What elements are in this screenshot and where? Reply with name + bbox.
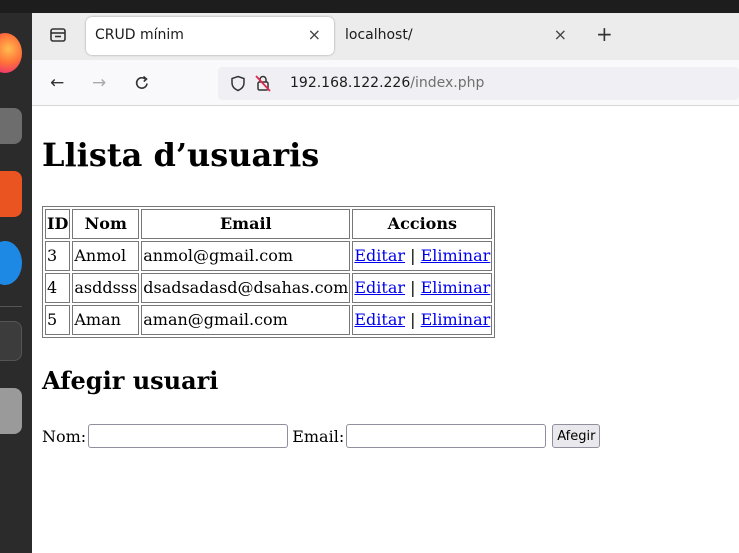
firefox-icon[interactable] [0, 33, 22, 73]
dock-separator [0, 306, 22, 307]
action-separator: | [410, 278, 416, 297]
action-separator: | [410, 310, 416, 329]
email-input[interactable] [346, 424, 547, 448]
cell-actions: Editar | Eliminar [352, 273, 493, 303]
nom-input[interactable] [88, 424, 289, 448]
app-center-icon[interactable] [0, 171, 22, 217]
cell-actions: Editar | Eliminar [352, 305, 493, 335]
tab-crud[interactable]: CRUD mínim × [86, 17, 334, 55]
email-label: Email: [292, 426, 345, 446]
back-icon[interactable]: ← [50, 73, 64, 93]
tab-localhost[interactable]: localhost/ × [336, 17, 580, 55]
help-icon[interactable] [0, 241, 22, 285]
close-tab-icon[interactable]: × [554, 25, 567, 44]
url-text: 192.168.122.226/index.php [290, 75, 484, 91]
tab-title: localhost/ [345, 27, 413, 43]
cell-actions: Editar | Eliminar [352, 241, 493, 271]
action-separator: | [410, 246, 416, 265]
users-table: ID Nom Email Accions 3 Anmol anmol@gmail… [42, 206, 496, 338]
browser-nav-bar: ← → 192.168.122.226/index.php [32, 60, 739, 106]
edit-link[interactable]: Editar [354, 246, 405, 265]
column-header-accions: Accions [352, 209, 493, 239]
terminal-icon[interactable] [0, 321, 22, 361]
cell-email: anmol@gmail.com [141, 241, 351, 271]
column-header-id: ID [45, 209, 71, 239]
files-icon[interactable] [0, 108, 22, 144]
cell-email: dsadsadasd@dsahas.com [141, 273, 351, 303]
ubuntu-dock [0, 13, 32, 553]
page-content: Llista d’usuaris ID Nom Email Accions 3 … [42, 107, 739, 553]
nom-label: Nom: [42, 426, 87, 446]
table-header-row: ID Nom Email Accions [45, 209, 493, 239]
edit-link[interactable]: Editar [354, 310, 405, 329]
cell-nom: Aman [72, 305, 140, 335]
edit-link[interactable]: Editar [354, 278, 405, 297]
insecure-lock-icon[interactable] [254, 74, 272, 97]
table-row: 3 Anmol anmol@gmail.com Editar | Elimina… [45, 241, 493, 271]
cell-id: 5 [45, 305, 71, 335]
cell-email: aman@gmail.com [141, 305, 351, 335]
tab-title: CRUD mínim [95, 27, 184, 43]
cell-id: 3 [45, 241, 71, 271]
url-host: 192.168.122.226 [290, 75, 411, 91]
shield-icon[interactable] [230, 75, 246, 96]
add-user-form: Nom: Email: Afegir [42, 424, 601, 448]
delete-link[interactable]: Eliminar [421, 278, 491, 297]
address-bar[interactable]: 192.168.122.226/index.php [218, 67, 739, 100]
url-path: /index.php [410, 75, 485, 91]
cell-id: 4 [45, 273, 71, 303]
tab-list-icon[interactable] [48, 25, 68, 45]
trash-icon[interactable] [0, 388, 22, 434]
close-tab-icon[interactable]: × [308, 25, 321, 44]
table-row: 4 asddsss dsadsadasd@dsahas.com Editar |… [45, 273, 493, 303]
page-title: Llista d’usuaris [42, 136, 320, 174]
delete-link[interactable]: Eliminar [421, 246, 491, 265]
column-header-nom: Nom [72, 209, 140, 239]
add-user-button[interactable]: Afegir [552, 424, 601, 448]
new-tab-icon[interactable]: + [596, 22, 613, 46]
cell-nom: Anmol [72, 241, 140, 271]
column-header-email: Email [141, 209, 351, 239]
system-top-bar [0, 0, 739, 13]
add-user-heading: Afegir usuari [42, 366, 219, 395]
browser-tab-bar: CRUD mínim × localhost/ × + [32, 13, 739, 60]
table-row: 5 Aman aman@gmail.com Editar | Eliminar [45, 305, 493, 335]
forward-icon[interactable]: → [92, 73, 106, 93]
reload-icon[interactable] [134, 73, 150, 97]
delete-link[interactable]: Eliminar [421, 310, 491, 329]
cell-nom: asddsss [72, 273, 140, 303]
